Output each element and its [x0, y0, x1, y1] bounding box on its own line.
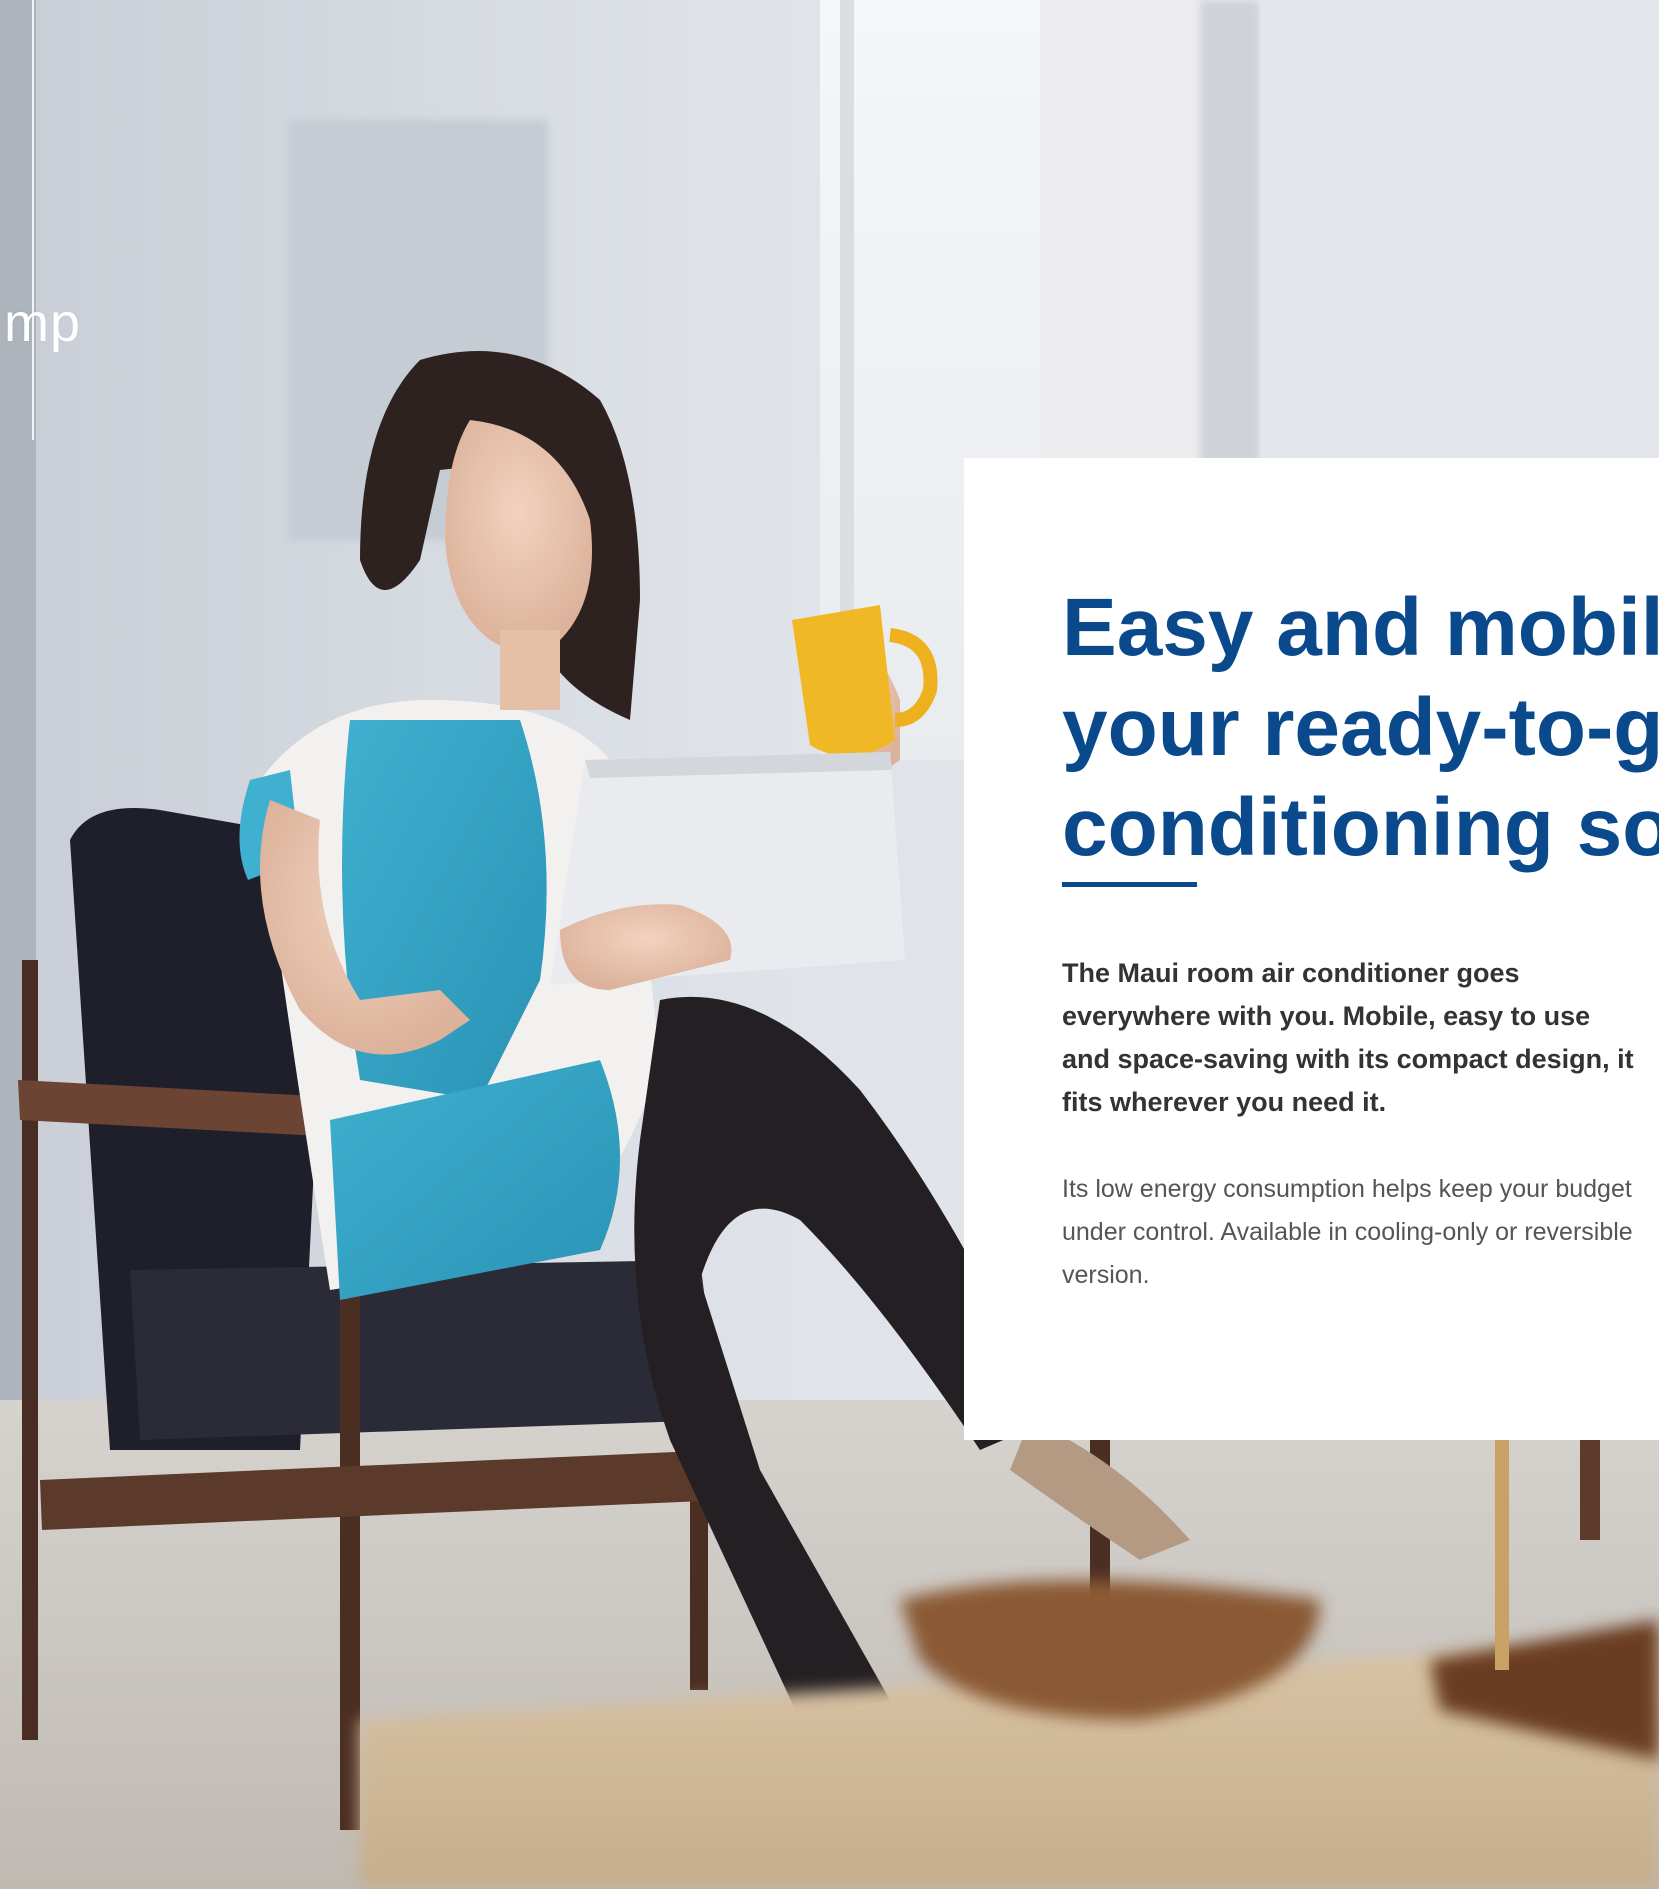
card-title: Easy and mobil your ready-to-g condition… [1062, 578, 1659, 878]
card-title-line-3: conditioning so [1062, 782, 1659, 873]
brochure-page: mp Easy and mobil your ready-to-g condit… [0, 0, 1659, 1889]
body-paragraph: Its low energy consumption helps keep yo… [1062, 1175, 1633, 1289]
cropped-edge-text: mp [4, 293, 82, 353]
content-card: Easy and mobil your ready-to-g condition… [964, 458, 1659, 1440]
lead-paragraph: The Maui room air conditioner goes every… [1062, 958, 1634, 1117]
title-underline-rule [1062, 882, 1197, 887]
card-title-line-1: Easy and mobil [1062, 582, 1659, 673]
card-title-line-2: your ready-to-g [1062, 682, 1659, 773]
left-edge-rule [32, 0, 34, 440]
